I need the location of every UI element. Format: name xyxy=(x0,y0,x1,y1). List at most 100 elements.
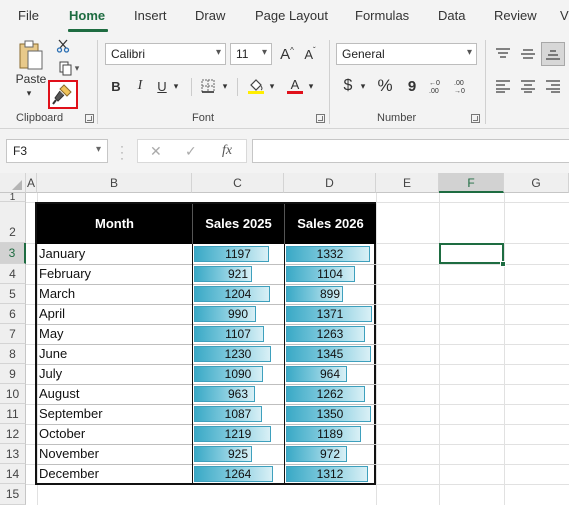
month-cell[interactable]: March xyxy=(37,284,192,304)
font-size-dropdown[interactable]: 11 ▾ xyxy=(230,43,272,65)
borders-dropdown-arrow[interactable]: ▾ xyxy=(220,75,230,97)
row-header-8[interactable]: 8 xyxy=(0,344,26,364)
row-header-14[interactable]: 14 xyxy=(0,464,26,484)
format-painter-button[interactable] xyxy=(48,80,78,109)
sales-2026-cell[interactable]: 1263 xyxy=(284,324,376,344)
sales-2025-cell[interactable]: 1090 xyxy=(192,364,284,384)
row-header-6[interactable]: 6 xyxy=(0,304,26,324)
row-header-9[interactable]: 9 xyxy=(0,364,26,384)
row-header-1[interactable]: 1 xyxy=(0,193,26,203)
month-cell[interactable]: January xyxy=(37,244,192,264)
bold-button[interactable]: B xyxy=(107,75,125,97)
sales-2025-cell[interactable]: 1230 xyxy=(192,344,284,364)
comma-style-button[interactable]: 9 xyxy=(402,75,422,97)
copy-dropdown-arrow[interactable]: ▾ xyxy=(75,63,80,74)
header-month[interactable]: Month xyxy=(37,204,192,244)
row-header-13[interactable]: 13 xyxy=(0,444,26,464)
enter-icon[interactable]: ✓ xyxy=(185,143,197,160)
column-header-f[interactable]: F xyxy=(439,173,504,193)
middle-align-button[interactable] xyxy=(517,44,539,64)
row-header-11[interactable]: 11 xyxy=(0,404,26,424)
insert-function-icon[interactable]: fx xyxy=(222,143,232,159)
underline-button[interactable]: U xyxy=(153,75,171,97)
fill-color-dropdown-arrow[interactable]: ▾ xyxy=(267,75,277,97)
sales-2026-cell[interactable]: 1189 xyxy=(284,424,376,444)
month-cell[interactable]: May xyxy=(37,324,192,344)
bottom-align-button[interactable] xyxy=(541,42,565,66)
font-name-dropdown[interactable]: Calibri ▾ xyxy=(105,43,226,65)
tab-home[interactable]: Home xyxy=(69,8,105,23)
increase-decimal-button[interactable]: ←0 .00 xyxy=(427,75,449,97)
decrease-font-size-button[interactable]: Aˇ xyxy=(300,43,320,65)
paste-button[interactable] xyxy=(16,38,46,72)
row-header-10[interactable]: 10 xyxy=(0,384,26,404)
header-sales-2026[interactable]: Sales 2026 xyxy=(284,204,376,244)
tab-view[interactable]: V xyxy=(560,8,569,23)
row-header-4[interactable]: 4 xyxy=(0,264,26,284)
currency-dropdown-arrow[interactable]: ▾ xyxy=(358,75,368,97)
month-cell[interactable]: December xyxy=(37,464,192,484)
formula-input[interactable] xyxy=(252,139,569,163)
sales-2025-cell[interactable]: 1087 xyxy=(192,404,284,424)
month-cell[interactable]: February xyxy=(37,264,192,284)
row-header-3[interactable]: 3 xyxy=(0,243,26,264)
column-header-d[interactable]: D xyxy=(284,173,376,193)
column-header-a[interactable]: A xyxy=(26,173,37,193)
sales-2025-cell[interactable]: 1107 xyxy=(192,324,284,344)
column-header-g[interactable]: G xyxy=(504,173,569,193)
clipboard-launcher-icon[interactable] xyxy=(85,114,94,123)
splitter-handle[interactable]: · · · xyxy=(120,140,124,164)
increase-font-size-button[interactable]: A ^ xyxy=(277,43,297,65)
underline-dropdown-arrow[interactable]: ▾ xyxy=(171,75,181,97)
month-cell[interactable]: April xyxy=(37,304,192,324)
fill-color-button[interactable] xyxy=(245,75,267,97)
header-sales-2025[interactable]: Sales 2025 xyxy=(192,204,284,244)
sales-2025-cell[interactable]: 921 xyxy=(192,264,284,284)
tab-data[interactable]: Data xyxy=(438,8,465,23)
sales-2026-cell[interactable]: 964 xyxy=(284,364,376,384)
align-right-button[interactable] xyxy=(542,76,564,96)
select-all-corner[interactable] xyxy=(0,173,26,193)
column-header-e[interactable]: E xyxy=(376,173,439,193)
sales-2025-cell[interactable]: 1204 xyxy=(192,284,284,304)
sales-2026-cell[interactable]: 1332 xyxy=(284,244,376,264)
month-cell[interactable]: October xyxy=(37,424,192,444)
font-color-dropdown-arrow[interactable]: ▾ xyxy=(306,75,316,97)
align-left-button[interactable] xyxy=(492,76,514,96)
sales-2025-cell[interactable]: 990 xyxy=(192,304,284,324)
month-cell[interactable]: November xyxy=(37,444,192,464)
tab-page-layout[interactable]: Page Layout xyxy=(255,8,328,23)
tab-insert[interactable]: Insert xyxy=(134,8,167,23)
tab-formulas[interactable]: Formulas xyxy=(355,8,409,23)
borders-button[interactable] xyxy=(198,77,218,95)
fill-handle[interactable] xyxy=(500,261,506,267)
currency-button[interactable]: $ xyxy=(338,75,358,97)
sales-2026-cell[interactable]: 1312 xyxy=(284,464,376,484)
paste-label[interactable]: Paste xyxy=(16,72,47,86)
cancel-icon[interactable]: ✕ xyxy=(150,143,162,160)
number-launcher-icon[interactable] xyxy=(471,114,480,123)
row-header-2[interactable]: 2 xyxy=(0,202,26,243)
month-cell[interactable]: September xyxy=(37,404,192,424)
sales-2025-cell[interactable]: 1264 xyxy=(192,464,284,484)
sales-2026-cell[interactable]: 1345 xyxy=(284,344,376,364)
top-align-button[interactable] xyxy=(492,44,514,64)
align-center-button[interactable] xyxy=(517,76,539,96)
sales-2026-cell[interactable]: 1350 xyxy=(284,404,376,424)
copy-button[interactable]: ▾ xyxy=(54,60,84,76)
italic-button[interactable]: I xyxy=(131,75,149,97)
row-header-15[interactable]: 15 xyxy=(0,484,26,505)
sales-2025-cell[interactable]: 1219 xyxy=(192,424,284,444)
month-cell[interactable]: August xyxy=(37,384,192,404)
sales-2026-cell[interactable]: 1104 xyxy=(284,264,376,284)
font-color-button[interactable]: A xyxy=(284,75,306,97)
decrease-decimal-button[interactable]: .00 →0 xyxy=(452,75,474,97)
sales-2026-cell[interactable]: 899 xyxy=(284,284,376,304)
percent-button[interactable]: % xyxy=(374,75,396,97)
sales-2026-cell[interactable]: 1262 xyxy=(284,384,376,404)
row-header-7[interactable]: 7 xyxy=(0,324,26,344)
number-format-dropdown[interactable]: General ▾ xyxy=(336,43,477,65)
column-header-c[interactable]: C xyxy=(192,173,284,193)
tab-review[interactable]: Review xyxy=(494,8,537,23)
sales-2026-cell[interactable]: 972 xyxy=(284,444,376,464)
